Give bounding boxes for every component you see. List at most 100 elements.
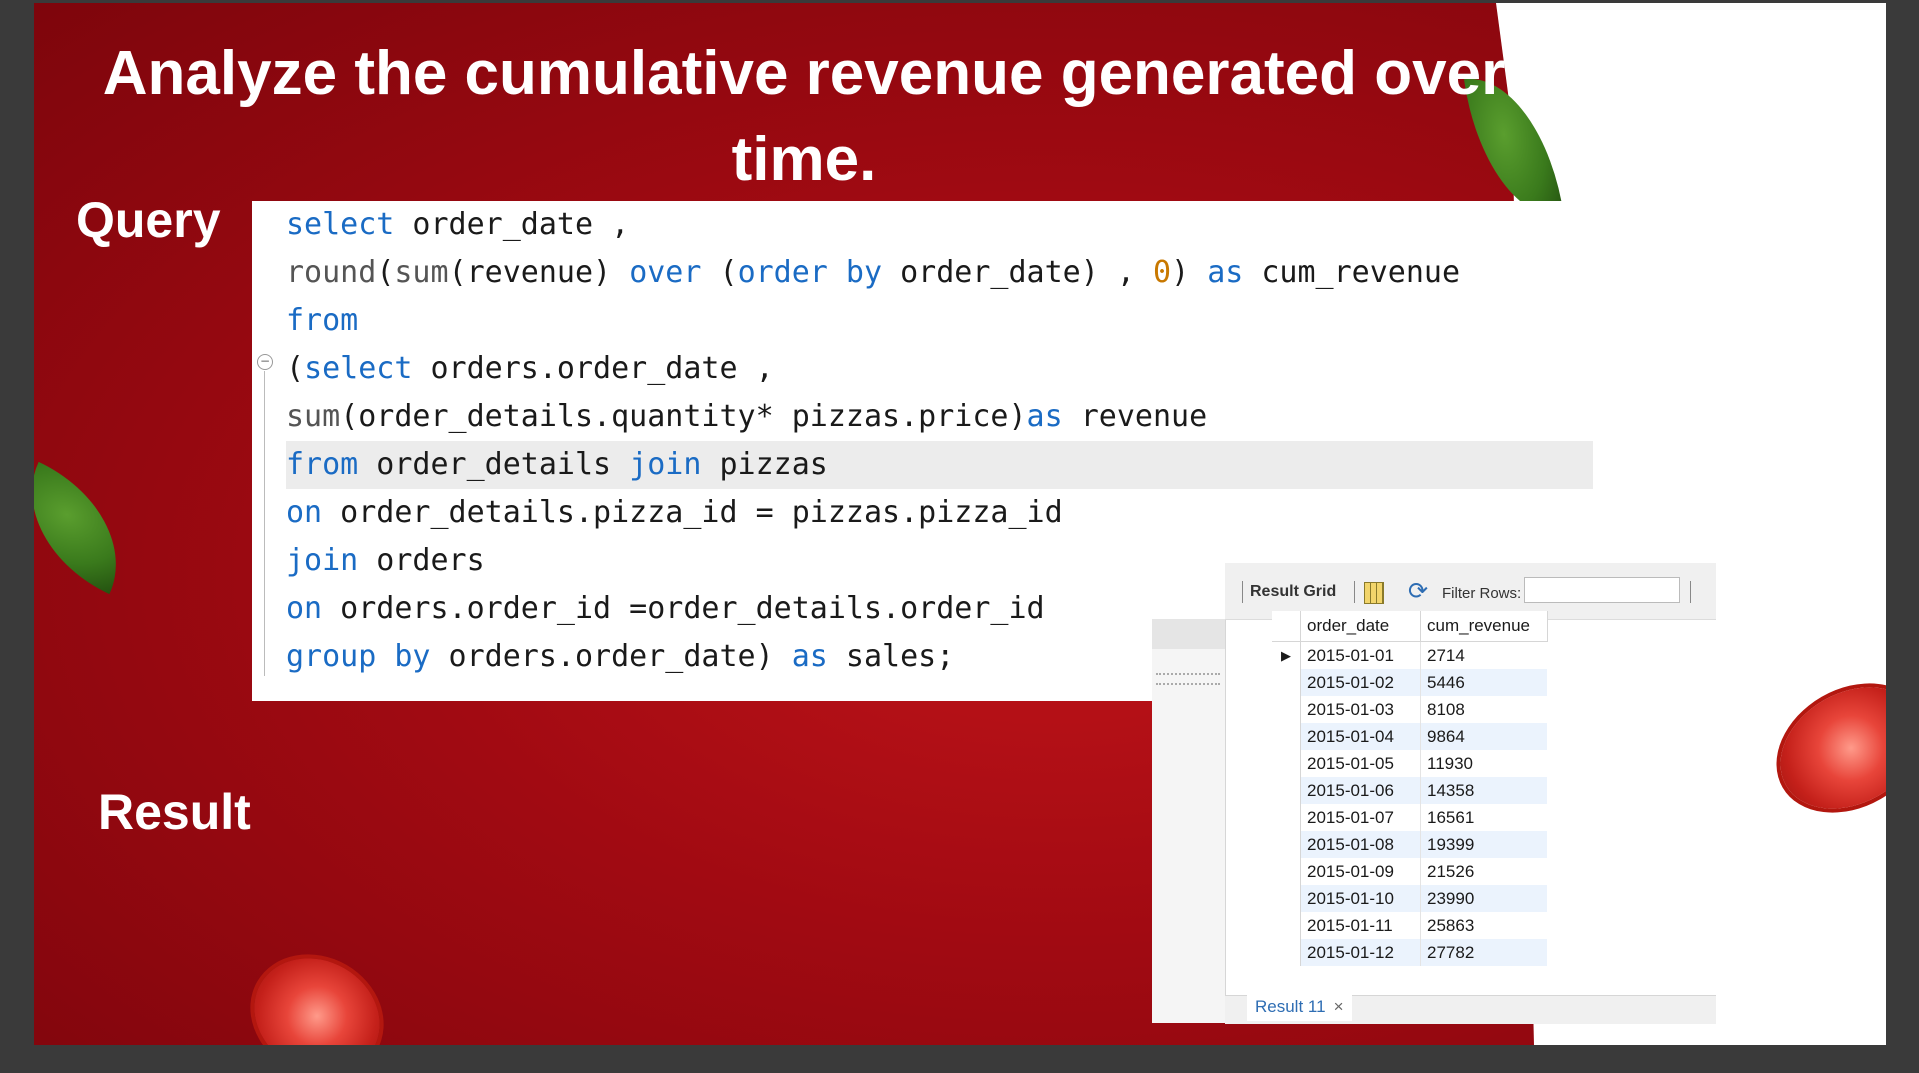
cell-cum-revenue[interactable]: 23990 <box>1420 885 1547 912</box>
sql-number: 0 <box>1153 255 1172 290</box>
cell-cum-revenue[interactable]: 27782 <box>1420 939 1547 966</box>
row-selector[interactable] <box>1272 885 1301 912</box>
column-header-order-date[interactable]: order_date <box>1300 611 1421 642</box>
sql-text: order_date , <box>394 207 630 242</box>
cell-order-date[interactable]: 2015-01-11 <box>1300 912 1421 939</box>
cell-order-date[interactable]: 2015-01-03 <box>1300 696 1421 723</box>
row-selector[interactable] <box>1272 831 1301 858</box>
sql-text: order_details.pizza_id = pizzas.pizza_id <box>322 495 1063 530</box>
row-selector[interactable] <box>1272 723 1301 750</box>
cell-order-date[interactable]: 2015-01-04 <box>1300 723 1421 750</box>
sql-keyword: order by <box>737 255 883 290</box>
sql-keyword: group by <box>286 639 431 674</box>
row-selector[interactable] <box>1272 777 1301 804</box>
toolbar-separator <box>1354 581 1355 603</box>
table-row[interactable]: 2015-01-09 21526 <box>1272 858 1547 885</box>
table-row[interactable]: 2015-01-10 23990 <box>1272 885 1547 912</box>
cell-order-date[interactable]: 2015-01-01 <box>1300 641 1421 669</box>
sql-text: revenue <box>1062 399 1208 434</box>
table-row[interactable]: 2015-01-07 16561 <box>1272 804 1547 831</box>
cell-order-date[interactable]: 2015-01-02 <box>1300 669 1421 696</box>
row-selector[interactable] <box>1272 912 1301 939</box>
table-row[interactable]: ▶ 2015-01-01 2714 <box>1272 641 1548 670</box>
cell-cum-revenue[interactable]: 14358 <box>1420 777 1547 804</box>
cell-cum-revenue[interactable]: 21526 <box>1421 858 1548 885</box>
splitter-grip[interactable] <box>1156 673 1220 685</box>
slide: Analyze the cumulative revenue generated… <box>34 3 1886 1045</box>
fold-toggle-icon[interactable]: − <box>257 354 273 370</box>
table-row[interactable]: 2015-01-03 8108 <box>1272 696 1547 723</box>
cell-order-date[interactable]: 2015-01-06 <box>1300 777 1421 804</box>
side-panel-header <box>1152 619 1225 649</box>
sql-text: ( <box>286 351 305 386</box>
sql-keyword: on <box>286 591 323 626</box>
cell-order-date[interactable]: 2015-01-05 <box>1300 750 1421 777</box>
table-row[interactable]: 2015-01-11 25863 <box>1272 912 1547 939</box>
cell-cum-revenue[interactable]: 25863 <box>1421 912 1548 939</box>
result-tab-label: Result 11 <box>1255 997 1326 1016</box>
column-header-cum-revenue[interactable]: cum_revenue <box>1420 611 1548 642</box>
code-line: sum(order_details.quantity* pizzas.price… <box>286 393 1593 441</box>
sql-text: orders.order_date) <box>430 639 792 674</box>
cell-cum-revenue[interactable]: 16561 <box>1421 804 1548 831</box>
table-row[interactable]: 2015-01-02 5446 <box>1272 669 1547 696</box>
row-selector[interactable] <box>1272 696 1301 723</box>
toolbar-separator <box>1242 581 1243 603</box>
row-selector[interactable] <box>1272 858 1301 885</box>
table-header-row: order_date cum_revenue <box>1272 611 1548 642</box>
close-icon[interactable]: × <box>1334 997 1344 1016</box>
cell-order-date[interactable]: 2015-01-09 <box>1300 858 1421 885</box>
sql-text: sales; <box>827 639 955 674</box>
cell-cum-revenue[interactable]: 5446 <box>1420 669 1547 696</box>
sql-keyword: join <box>286 543 359 578</box>
tomato-slice-decoration <box>1758 662 1886 834</box>
row-selector[interactable] <box>1272 750 1301 777</box>
code-line: from <box>286 297 1593 345</box>
code-line: round(sum(revenue) over (order by order_… <box>286 249 1593 297</box>
cell-cum-revenue[interactable]: 8108 <box>1421 696 1548 723</box>
table-row[interactable]: 2015-01-04 9864 <box>1272 723 1547 750</box>
table-row[interactable]: 2015-01-05 11930 <box>1272 750 1547 777</box>
sql-keyword: as <box>1207 255 1244 290</box>
sql-keyword: as <box>791 639 828 674</box>
result-grid: order_date cum_revenue ▶ 2015-01-01 2714 20… <box>1272 611 1570 991</box>
row-selector[interactable] <box>1272 939 1301 966</box>
fold-guide-line <box>264 371 265 676</box>
filter-rows-input[interactable] <box>1524 577 1680 603</box>
result-table: order_date cum_revenue ▶ 2015-01-01 2714 20… <box>1272 611 1548 966</box>
row-selector[interactable] <box>1272 804 1301 831</box>
sql-text: (revenue) <box>448 255 630 290</box>
result-grid-button[interactable]: Result Grid <box>1250 583 1336 601</box>
cell-cum-revenue[interactable]: 11930 <box>1421 750 1548 777</box>
grid-layout-icon[interactable] <box>1364 582 1384 604</box>
sql-keyword: as <box>1026 399 1063 434</box>
filter-rows-label: Filter Rows: <box>1442 585 1522 602</box>
cell-order-date[interactable]: 2015-01-08 <box>1300 831 1421 858</box>
sql-text: orders.order_date , <box>412 351 774 386</box>
current-row-indicator-icon[interactable]: ▶ <box>1272 641 1301 669</box>
code-line: select order_date , <box>286 201 1593 249</box>
table-row[interactable]: 2015-01-06 14358 <box>1272 777 1547 804</box>
sql-text: (order_details.quantity* pizzas.price) <box>340 399 1027 434</box>
cell-cum-revenue[interactable]: 2714 <box>1421 642 1548 670</box>
sql-function: sum <box>394 255 449 290</box>
cell-cum-revenue[interactable]: 19399 <box>1420 831 1547 858</box>
query-label: Query <box>76 192 221 248</box>
toolbar-separator <box>1690 581 1691 603</box>
cell-order-date[interactable]: 2015-01-12 <box>1300 939 1421 966</box>
sql-text: ( <box>701 255 738 290</box>
result-tab[interactable]: Result 11 × <box>1247 993 1352 1021</box>
row-indicator-header <box>1272 611 1301 642</box>
refresh-icon[interactable]: ⟳ <box>1408 578 1428 604</box>
sql-text: orders.order_id =order_details.order_id <box>322 591 1045 626</box>
row-selector[interactable] <box>1272 669 1301 696</box>
cell-cum-revenue[interactable]: 9864 <box>1420 723 1547 750</box>
table-row[interactable]: 2015-01-08 19399 <box>1272 831 1547 858</box>
cell-order-date[interactable]: 2015-01-10 <box>1300 885 1421 912</box>
table-row[interactable]: 2015-01-12 27782 <box>1272 939 1547 966</box>
code-line: on order_details.pizza_id = pizzas.pizza… <box>286 489 1593 537</box>
sql-text: order_date) , <box>882 255 1153 290</box>
sql-keyword: from <box>286 447 359 482</box>
sql-text: ) <box>1171 255 1208 290</box>
cell-order-date[interactable]: 2015-01-07 <box>1300 804 1421 831</box>
